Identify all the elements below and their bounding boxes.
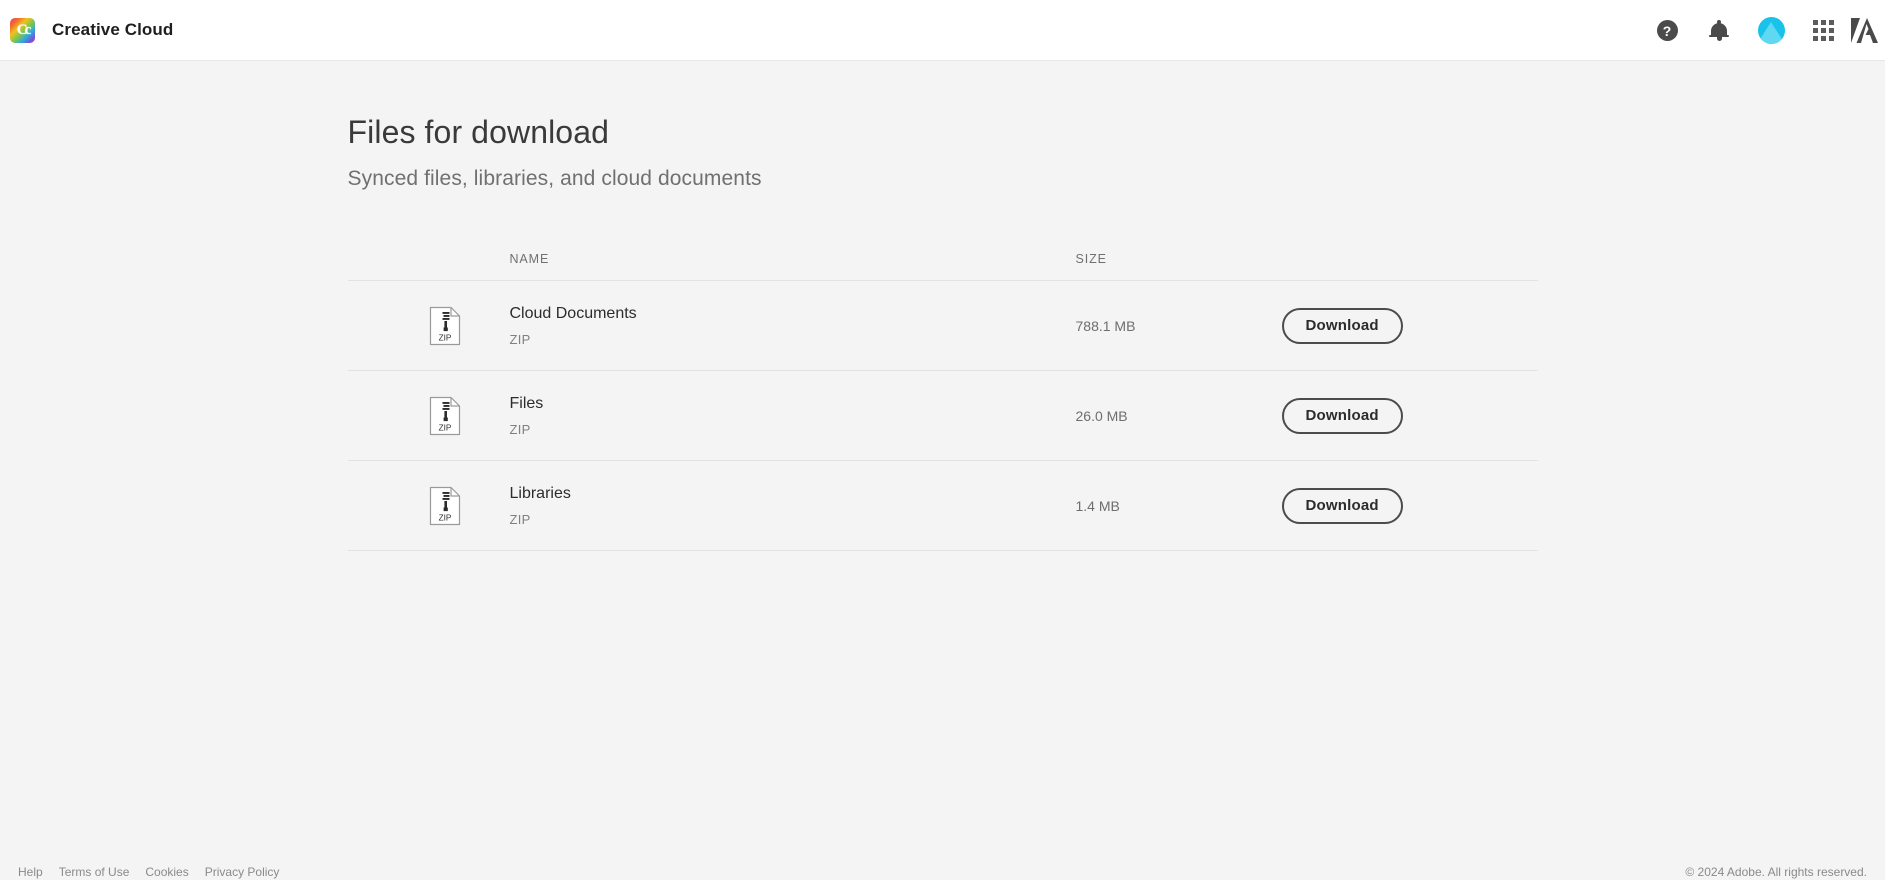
table-row[interactable]: ZIP Cloud Documents ZIP 788.1 MB Downloa…	[347, 281, 1538, 372]
notifications-bell-icon	[1709, 19, 1729, 42]
file-type: ZIP	[509, 512, 531, 528]
app-title: Creative Cloud	[52, 20, 174, 39]
top-bar-actions: ?	[1641, 0, 1885, 61]
help-icon: ?	[1656, 20, 1678, 41]
file-icon-cell: ZIP	[428, 395, 510, 437]
page-subtitle: Synced files, libraries, and cloud docum…	[347, 167, 762, 191]
file-size: 788.1 MB	[1075, 317, 1136, 334]
file-name: Libraries	[509, 485, 571, 503]
download-button[interactable]: Download	[1281, 397, 1403, 434]
download-button[interactable]: Download	[1281, 307, 1403, 344]
footer-copyright: © 2024 Adobe. All rights reserved.	[1685, 865, 1867, 879]
zip-file-icon: ZIP	[428, 485, 462, 527]
zip-file-icon: ZIP	[428, 305, 462, 347]
file-size: 1.4 MB	[1075, 497, 1120, 514]
help-icon-glyph: ?	[1662, 22, 1672, 39]
zip-file-icon: ZIP	[428, 395, 462, 437]
footer-link-help[interactable]: Help	[18, 865, 43, 879]
file-name: Cloud Documents	[509, 305, 637, 323]
svg-text:ZIP: ZIP	[438, 333, 451, 342]
file-action-cell: Download	[1276, 307, 1538, 344]
top-app-bar: Cc Creative Cloud ?	[0, 0, 1885, 61]
notifications-button[interactable]	[1693, 0, 1745, 61]
footer-links: Help Terms of Use Cookies Privacy Policy	[18, 865, 279, 879]
footer-link-terms[interactable]: Terms of Use	[59, 865, 130, 879]
file-size: 26.0 MB	[1075, 407, 1128, 424]
page-title: Files for download	[347, 114, 609, 150]
file-name-cell: Libraries ZIP	[510, 484, 1076, 527]
download-button[interactable]: Download	[1281, 487, 1403, 524]
app-switcher-grid-icon	[1812, 20, 1834, 41]
file-name-cell: Cloud Documents ZIP	[510, 304, 1076, 347]
file-icon-cell: ZIP	[428, 485, 510, 527]
files-table: NAME SIZE ZIP Cloud Documents ZIP 788.1 …	[347, 237, 1538, 552]
creative-cloud-logo-glyph: Cc	[16, 21, 31, 38]
footer-link-cookies[interactable]: Cookies	[145, 865, 188, 879]
page-footer: Help Terms of Use Cookies Privacy Policy…	[0, 857, 1885, 880]
creative-cloud-logo-icon[interactable]: Cc	[10, 17, 35, 43]
adobe-logo-icon	[1849, 17, 1879, 44]
user-avatar-button[interactable]	[1745, 0, 1797, 61]
svg-text:ZIP: ZIP	[438, 423, 451, 432]
adobe-home-button[interactable]	[1849, 0, 1885, 61]
file-name: Files	[509, 395, 544, 413]
app-switcher-button[interactable]	[1797, 0, 1849, 61]
user-avatar	[1757, 17, 1785, 44]
help-button[interactable]: ?	[1641, 0, 1693, 61]
file-icon-cell: ZIP	[428, 305, 510, 347]
table-row[interactable]: ZIP Files ZIP 26.0 MB Download	[347, 371, 1538, 462]
file-name-cell: Files ZIP	[510, 394, 1076, 437]
page-container: Files for download Synced files, librari…	[347, 113, 1538, 552]
file-type: ZIP	[509, 332, 531, 348]
file-action-cell: Download	[1276, 397, 1538, 434]
column-header-size: SIZE	[1075, 251, 1107, 266]
table-row[interactable]: ZIP Libraries ZIP 1.4 MB Download	[347, 461, 1538, 552]
footer-link-privacy[interactable]: Privacy Policy	[205, 865, 280, 879]
main-content: Files for download Synced files, librari…	[0, 61, 1885, 552]
file-action-cell: Download	[1276, 487, 1538, 524]
file-type: ZIP	[509, 422, 531, 438]
table-header-row: NAME SIZE	[347, 237, 1538, 282]
column-header-name: NAME	[509, 251, 550, 266]
svg-text:ZIP: ZIP	[438, 513, 451, 522]
